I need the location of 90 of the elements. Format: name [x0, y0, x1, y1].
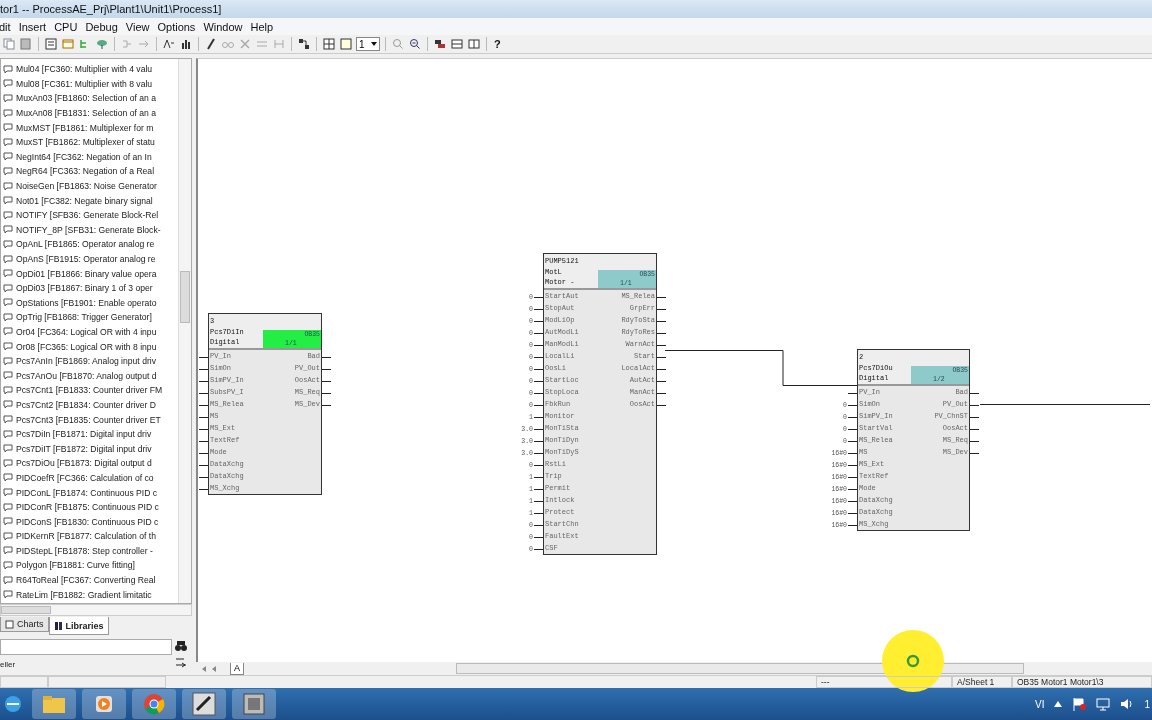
language-indicator[interactable]: VI: [1035, 698, 1045, 710]
paste-icon[interactable]: [19, 37, 33, 51]
arrow-icon[interactable]: [174, 655, 188, 669]
library-item[interactable]: Mul08 [FC361: Multiplier with 8 valu: [1, 76, 178, 92]
library-item[interactable]: Pcs7AnOu [FB1870: Analog output d: [1, 368, 178, 384]
library-item[interactable]: OpAnL [FB1865: Operator analog re: [1, 237, 178, 252]
cursor-highlight: [881, 629, 945, 693]
library-item[interactable]: Or04 [FC364: Logical OR with 4 inpu: [1, 324, 178, 340]
library-item[interactable]: PIDKernR [FB1877: Calculation of th: [1, 529, 178, 544]
library-item[interactable]: OpStations [FB1901: Enable operato: [1, 295, 178, 311]
library-item[interactable]: PIDConL [FB1874: Continuous PID c: [1, 485, 178, 500]
library-item[interactable]: Mul04 [FC360: Multiplier with 4 valu: [1, 62, 178, 77]
library-item[interactable]: MuxAn08 [FB1831: Selection of an a: [1, 105, 178, 121]
nodes-icon[interactable]: [297, 37, 311, 51]
library-item[interactable]: NOTIFY_8P [SFB31: Generate Block-: [1, 222, 178, 238]
menu-item[interactable]: Options: [157, 20, 202, 33]
menu-item[interactable]: Help: [250, 20, 280, 33]
chart-icon: [5, 619, 14, 629]
library-item[interactable]: Not01 [FC382: Negate binary signal: [1, 193, 178, 208]
sheet-tab[interactable]: A: [230, 662, 244, 675]
scrollbar[interactable]: [178, 59, 191, 603]
library-item[interactable]: NegR64 [FC363: Negation of a Real: [1, 164, 178, 179]
pin-icon[interactable]: [95, 37, 109, 51]
status-field: OB35 Motor1 Motor1\3: [1012, 676, 1152, 688]
library-item[interactable]: NoiseGen [FB1863: Noise Generator: [1, 178, 178, 194]
library-item[interactable]: OpDi01 [FB1866: Binary value opera: [1, 266, 178, 281]
library-item[interactable]: PIDConR [FB1875: Continuous PID c: [1, 499, 178, 515]
menu-item[interactable]: dit: [0, 20, 17, 33]
layers-icon[interactable]: [433, 37, 447, 51]
panel-tab[interactable]: Libraries: [48, 617, 109, 635]
library-item[interactable]: OpTrig [FB1868: Trigger Generator]: [1, 310, 178, 325]
library-item[interactable]: Pcs7Cnt3 [FB1835: Counter driver ET: [1, 412, 178, 427]
library-item[interactable]: R64ToReal [FC367: Converting Real: [1, 572, 178, 588]
help-button[interactable]: ?: [492, 36, 503, 52]
search-icon[interactable]: [174, 639, 188, 653]
library-item[interactable]: Pcs7DiIn [FB1871: Digital input driv: [1, 426, 178, 442]
folder-icon[interactable]: [42, 694, 66, 714]
library-item[interactable]: MuxST [FB1862: Multiplexer of statu: [1, 134, 178, 150]
pen-icon[interactable]: [204, 37, 218, 51]
panel-tab[interactable]: Charts: [0, 617, 49, 632]
chrome-icon[interactable]: [143, 693, 165, 715]
app-icon[interactable]: [192, 692, 216, 716]
up-arrow-icon[interactable]: [1054, 701, 1063, 707]
menu-item[interactable]: Insert: [18, 20, 53, 33]
network-icon[interactable]: [1096, 697, 1111, 711]
library-item[interactable]: NegInt64 [FC362: Negation of an In: [1, 149, 178, 165]
library-item[interactable]: OpAnS [FB1915: Operator analog re: [1, 251, 178, 267]
library-item[interactable]: MuxMST [FB1861: Multiplexer for m: [1, 120, 178, 135]
library-item[interactable]: PIDConS [FB1830: Continuous PID c: [1, 514, 178, 529]
scrollbar[interactable]: [0, 604, 192, 616]
volume-icon[interactable]: [1120, 697, 1135, 711]
media-player-icon[interactable]: [94, 694, 114, 714]
books-icon: [53, 621, 63, 630]
menu-item[interactable]: Window: [203, 20, 249, 33]
library-item[interactable]: Pcs7AnIn [FB1869: Analog input driv: [1, 353, 178, 369]
cross-icon[interactable]: [238, 37, 252, 51]
library-item[interactable]: RateLim [FB1882: Gradient limitatic: [1, 587, 178, 602]
menu-item[interactable]: View: [125, 20, 156, 33]
flag-icon[interactable]: [1072, 697, 1087, 711]
status-field: ---: [816, 676, 952, 688]
library-item[interactable]: PIDCoefR [FC366: Calculation of co: [1, 470, 178, 486]
caret-icon: [371, 42, 377, 46]
library-item[interactable]: MuxAn03 [FB1860: Selection of an a: [1, 91, 178, 106]
library-item[interactable]: Pcs7DiIT [FB1872: Digital input driv: [1, 441, 178, 457]
clock: 1: [1144, 698, 1150, 710]
window-icon[interactable]: [61, 37, 75, 51]
zoom-out-icon[interactable]: [408, 37, 422, 51]
columns-icon[interactable]: [467, 37, 481, 51]
page-dropdown[interactable]: 1: [356, 37, 380, 51]
library-item[interactable]: PIDStepL [FB1878: Step controller -: [1, 543, 178, 559]
search-result: eller: [0, 660, 17, 669]
search-field[interactable]: [0, 639, 172, 655]
library-item[interactable]: Pcs7Cnt1 [FB1833: Counter driver FM: [1, 383, 178, 398]
status-field: A/Sheet 1: [952, 676, 1012, 688]
window-title: tor1 -- ProcessAE_Prj\Plant1\Unit1\Process1]: [0, 3, 222, 15]
library-item[interactable]: Pcs7Cnt2 [FB1834: Counter driver D: [1, 397, 178, 413]
library-item[interactable]: NOTIFY [SFB36: Generate Block-Rel: [1, 207, 178, 223]
rows-icon[interactable]: [450, 37, 464, 51]
function-block[interactable]: [543, 253, 657, 555]
grid-icon[interactable]: [322, 37, 336, 51]
menu-item[interactable]: CPU: [54, 20, 84, 33]
scrollbar[interactable]: [456, 663, 1024, 674]
copy-icon[interactable]: [2, 37, 16, 51]
chart-icon[interactable]: [179, 37, 193, 51]
library-item[interactable]: Pcs7DiOu [FB1873: Digital output d: [1, 456, 178, 471]
library-item[interactable]: OpDi03 [FB1867: Binary 1 of 3 oper: [1, 280, 178, 296]
menu-item[interactable]: Debug: [85, 20, 124, 33]
library-item[interactable]: Or08 [FC365: Logical OR with 8 inpu: [1, 339, 178, 354]
page-icon[interactable]: [339, 37, 353, 51]
library-item[interactable]: Polygon [FB1881: Curve fitting]: [1, 558, 178, 573]
